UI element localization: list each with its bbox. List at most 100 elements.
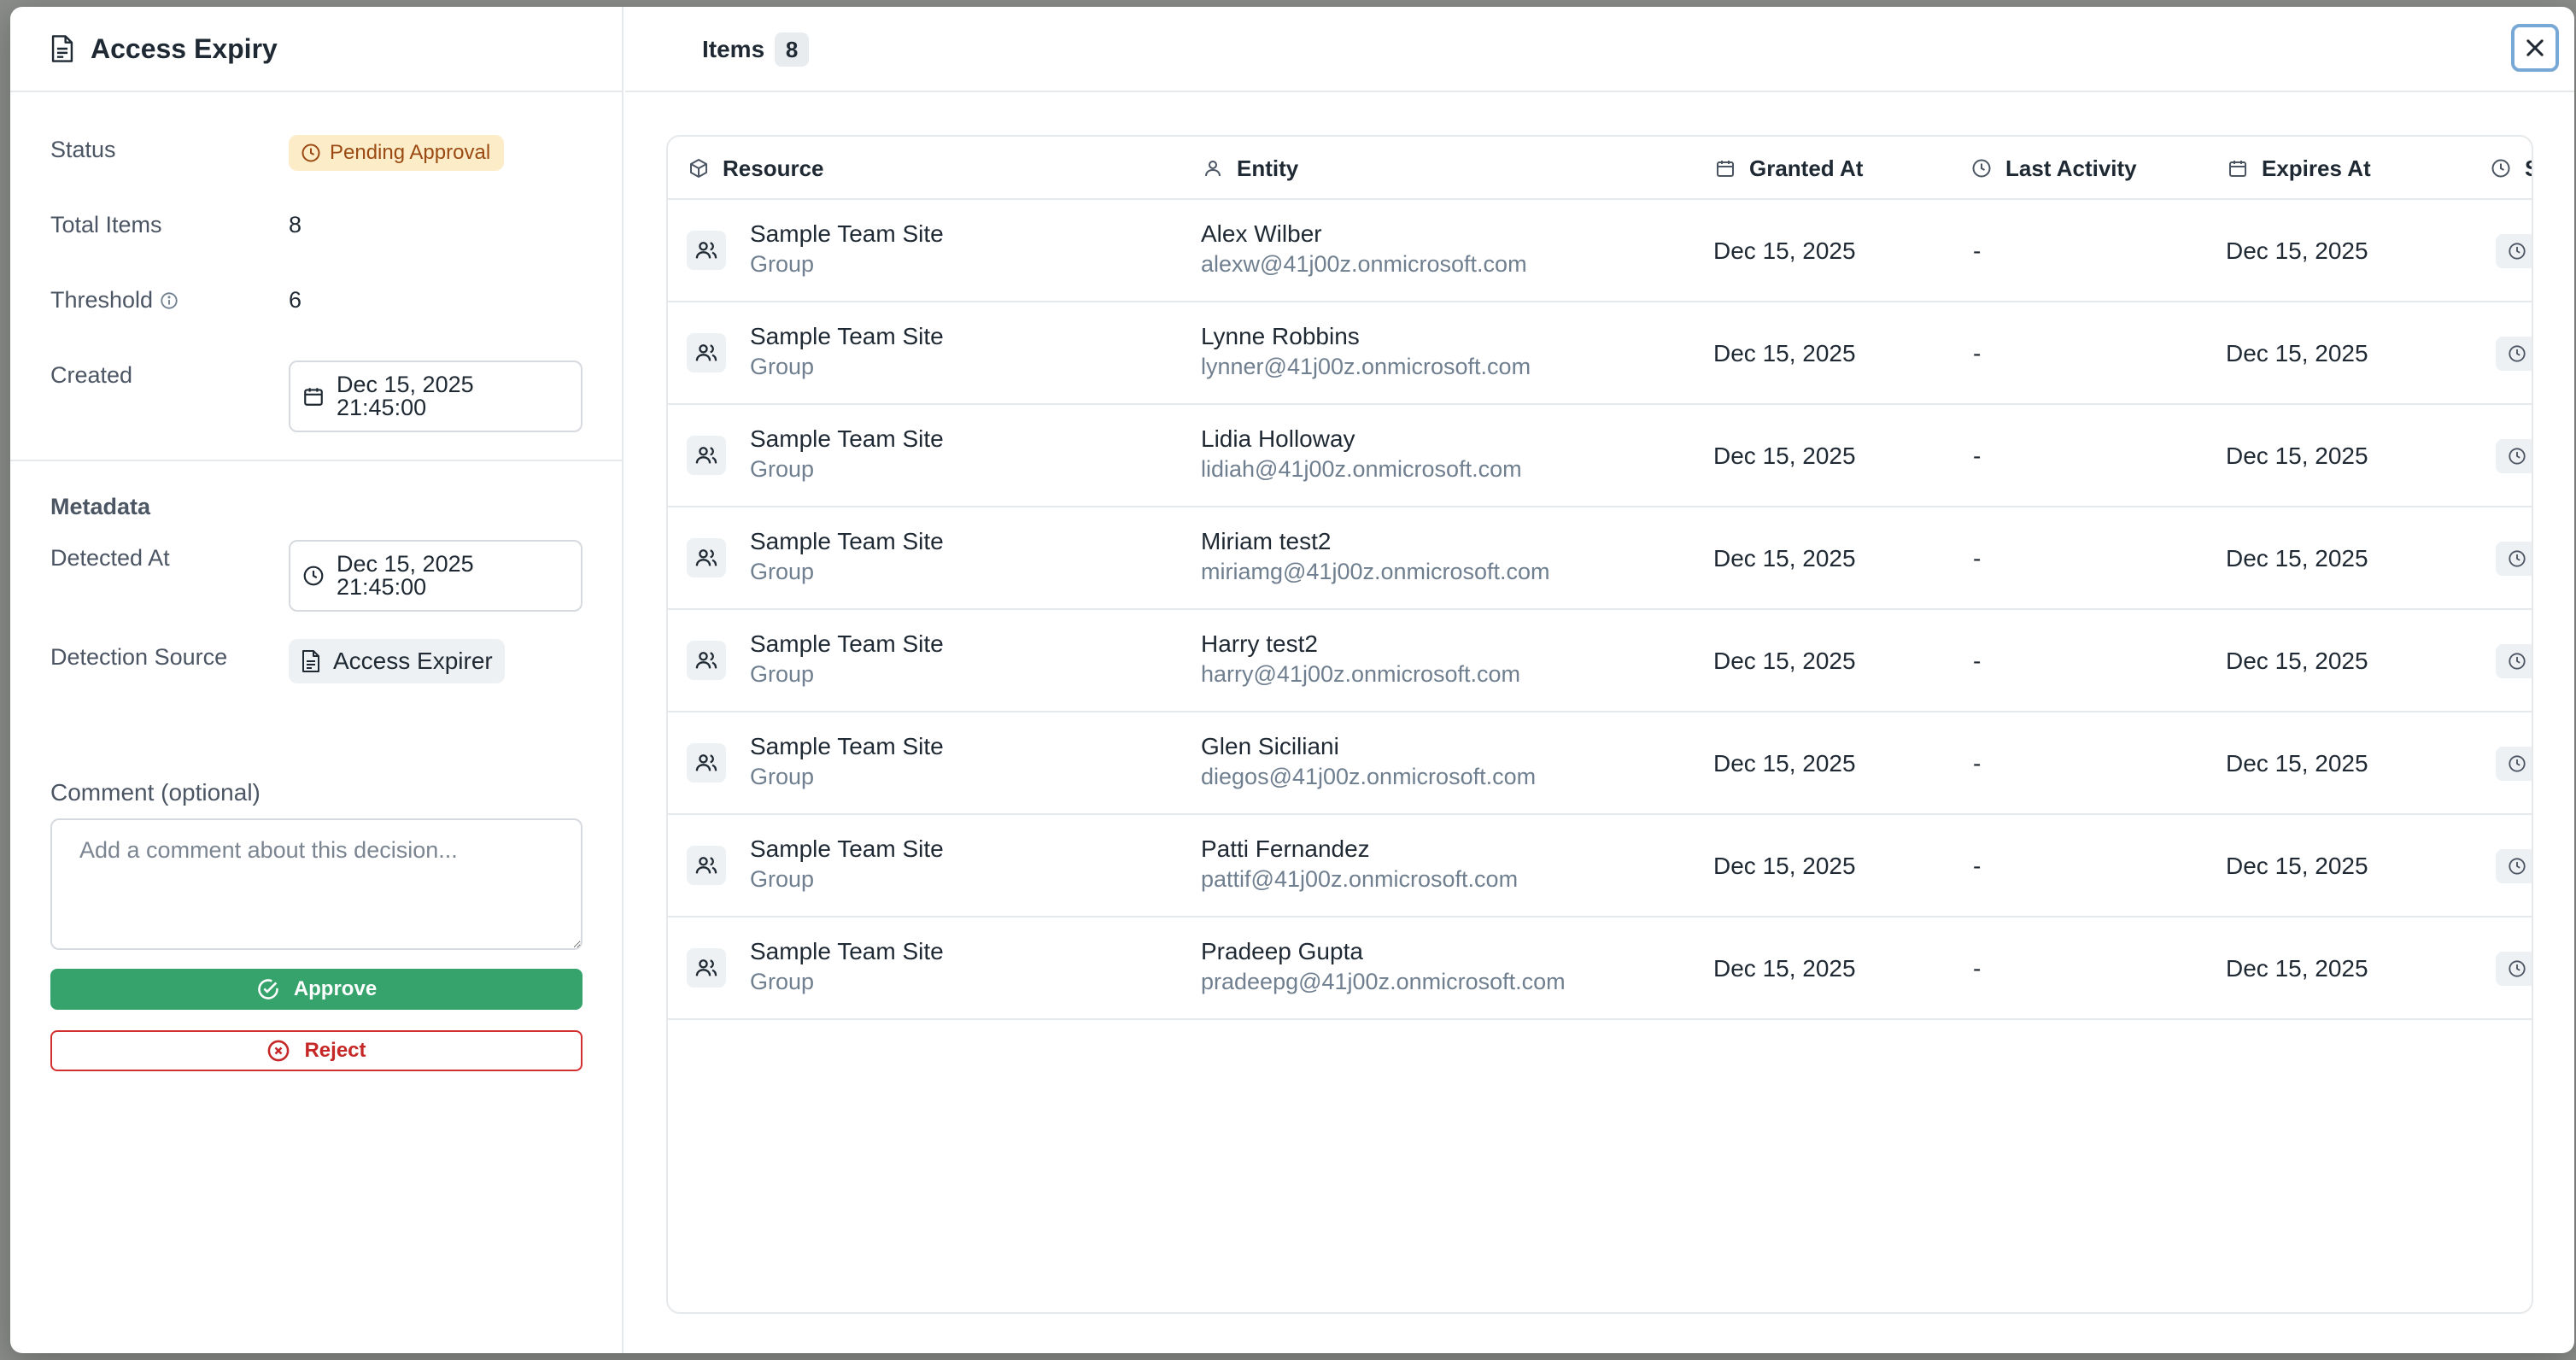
column-label: Entity (1237, 155, 1299, 181)
column-header-last-activity[interactable]: Last Activity (1971, 137, 2137, 200)
entity-name: Lynne Robbins (1201, 323, 1360, 349)
expires-at: Dec 15, 2025 (2226, 340, 2368, 366)
dialog-title: Access Expiry (91, 32, 278, 64)
granted-at: Dec 15, 2025 (1713, 443, 1856, 469)
approve-button[interactable]: Approve (50, 969, 583, 1010)
resource-name: Sample Team Site (750, 630, 944, 657)
approve-label: Approve (293, 977, 378, 1000)
entity-name: Miriam test2 (1201, 528, 1332, 554)
resource-name: Sample Team Site (750, 528, 944, 554)
close-button[interactable] (2511, 24, 2559, 72)
detection-source-value: Access Expirer (333, 648, 493, 674)
table-row[interactable]: Sample Team Site Group Harry test2 harry@41… (668, 610, 2532, 712)
clock-icon (2509, 243, 2526, 260)
resource-name: Sample Team Site (750, 938, 944, 964)
users-icon (695, 754, 717, 771)
resource-name: Sample Team Site (750, 835, 944, 862)
threshold-label: Threshold (50, 287, 179, 314)
row-status: P (2532, 650, 2533, 672)
x-circle-icon (268, 1040, 290, 1062)
entity-email: pradeepg@41j00z.onmicrosoft.com (1201, 969, 1566, 994)
resource-type-icon (687, 846, 726, 885)
document-icon (302, 650, 319, 672)
check-circle-icon (258, 979, 278, 999)
table-row[interactable]: Sample Team Site Group Pradeep Gupta pradee… (668, 917, 2532, 1020)
detection-source-chip: Access Expirer (289, 639, 505, 683)
detected-at-field[interactable]: Dec 15, 2025 21:45:00 (289, 540, 583, 612)
threshold-value: 6 (289, 287, 302, 313)
column-label: Expires At (2262, 155, 2371, 181)
resource-type: Group (750, 969, 815, 994)
status-badge: Pending Approval (289, 135, 505, 171)
resource-type-icon (687, 948, 726, 988)
resource-type: Group (750, 764, 815, 789)
clock-icon (2509, 755, 2526, 772)
box-icon (690, 159, 707, 178)
status-label: Status (50, 137, 116, 162)
user-icon (1205, 161, 1221, 177)
comment-input[interactable] (50, 818, 583, 950)
clock-icon (2491, 159, 2510, 178)
granted-at: Dec 15, 2025 (1713, 955, 1856, 982)
row-status-badge: P (2496, 542, 2532, 576)
granted-at: Dec 15, 2025 (1713, 648, 1856, 674)
info-icon[interactable] (160, 291, 179, 310)
granted-at: Dec 15, 2025 (1713, 853, 1856, 879)
entity-email: lidiah@41j00z.onmicrosoft.com (1201, 456, 1522, 482)
reject-button[interactable]: Reject (50, 1030, 583, 1071)
items-table: Resource Entity Granted At Last Activity… (666, 135, 2533, 1314)
resource-name: Sample Team Site (750, 220, 944, 247)
column-header-granted-at[interactable]: Granted At (1715, 137, 1863, 200)
resource-type-icon (687, 641, 726, 680)
document-icon (51, 35, 73, 62)
column-label: Last Activity (2005, 155, 2137, 181)
reject-label: Reject (304, 1039, 366, 1062)
entity-email: pattif@41j00z.onmicrosoft.com (1201, 866, 1519, 892)
column-header-status[interactable]: S (2491, 137, 2532, 200)
items-count-badge: 8 (775, 32, 810, 67)
calendar-icon (2229, 161, 2246, 177)
table-row[interactable]: Sample Team Site Group Miriam test2 miriamg… (668, 507, 2532, 610)
column-label: S (2525, 155, 2532, 182)
resource-type: Group (750, 661, 815, 687)
table-header: Resource Entity Granted At Last Activity… (668, 137, 2532, 200)
entity-name: Patti Fernandez (1201, 835, 1370, 862)
clock-icon (303, 566, 324, 586)
table-row[interactable]: Sample Team Site Group Glen Siciliani diego… (668, 712, 2532, 815)
table-row[interactable]: Sample Team Site Group Lynne Robbins lynner… (668, 302, 2532, 405)
resource-type-icon (687, 743, 726, 783)
total-items-label: Total Items (50, 212, 162, 237)
users-icon (695, 549, 717, 566)
details-panel: Access Expiry Status Pending Approval To… (10, 7, 624, 1353)
clock-icon (2509, 653, 2526, 670)
resource-type: Group (750, 251, 815, 277)
expires-at: Dec 15, 2025 (2226, 237, 2368, 264)
column-header-entity[interactable]: Entity (1203, 137, 1298, 200)
expires-at: Dec 15, 2025 (2226, 750, 2368, 777)
column-label: Granted At (1749, 155, 1864, 181)
granted-at: Dec 15, 2025 (1713, 545, 1856, 572)
users-icon (695, 652, 717, 669)
row-status: P (2532, 445, 2533, 467)
granted-at: Dec 15, 2025 (1713, 750, 1856, 777)
expires-at: Dec 15, 2025 (2226, 443, 2368, 469)
total-items-value: 8 (289, 212, 302, 237)
details-header: Access Expiry (10, 7, 622, 92)
last-activity: - (1973, 443, 1982, 469)
table-row[interactable]: Sample Team Site Group Patti Fernandez patt… (668, 815, 2532, 917)
created-label: Created (50, 362, 133, 388)
row-status: P (2532, 240, 2533, 262)
close-icon (2526, 39, 2544, 56)
column-header-resource[interactable]: Resource (688, 137, 824, 200)
row-status-badge: P (2496, 747, 2532, 781)
resource-type: Group (750, 559, 815, 584)
column-header-expires-at[interactable]: Expires At (2228, 137, 2371, 200)
expires-at: Dec 15, 2025 (2226, 853, 2368, 879)
table-row[interactable]: Sample Team Site Group Lidia Holloway lidia… (668, 405, 2532, 507)
comment-label: Comment (optional) (50, 779, 261, 806)
row-status-badge: P (2496, 849, 2532, 883)
resource-type: Group (750, 354, 815, 379)
created-date-field[interactable]: Dec 15, 2025 21:45:00 (289, 361, 583, 432)
table-row[interactable]: Sample Team Site Group Alex Wilber alexw@41… (668, 200, 2532, 302)
last-activity: - (1973, 648, 1982, 674)
